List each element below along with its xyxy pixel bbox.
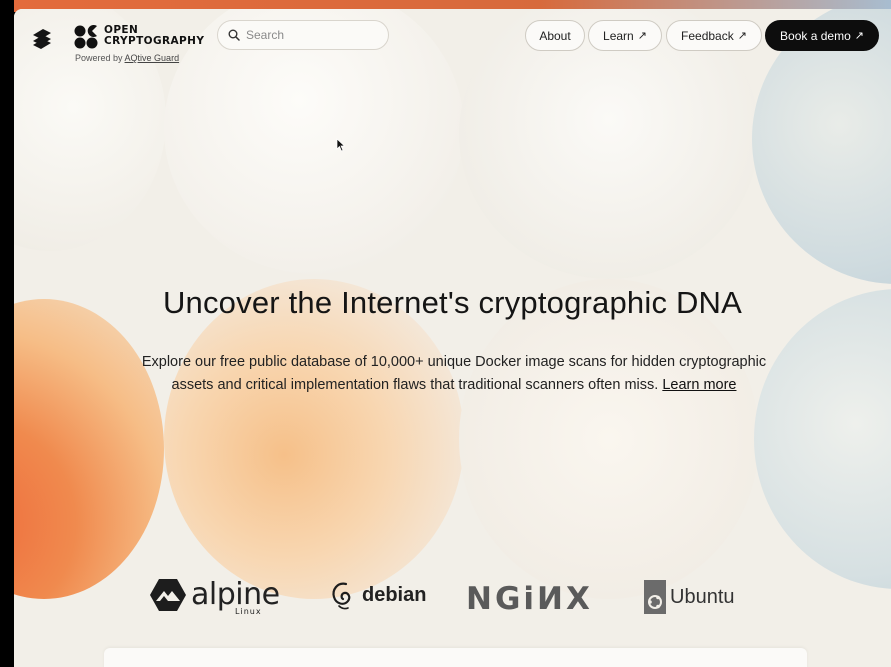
brand-logo[interactable]: OPEN CRYPTOGRAPHY bbox=[74, 25, 204, 49]
decorative-circle bbox=[754, 289, 891, 589]
learn-label: Learn bbox=[603, 28, 634, 43]
powered-by-label: Powered by bbox=[75, 53, 123, 63]
decorative-circle bbox=[14, 299, 164, 599]
external-arrow-icon: ↗ bbox=[854, 30, 864, 42]
ubuntu-wordmark: Ubuntu bbox=[670, 585, 735, 608]
external-arrow-icon: ↗ bbox=[637, 30, 647, 42]
hero-title: Uncover the Internet's cryptographic DNA bbox=[162, 285, 743, 320]
brand-line-2: CRYPTOGRAPHY bbox=[104, 35, 205, 47]
mouse-cursor-icon bbox=[336, 138, 346, 152]
learn-button[interactable]: Learn ↗ bbox=[588, 20, 662, 51]
feedback-button[interactable]: Feedback ↗ bbox=[666, 20, 762, 51]
nginx-logo[interactable]: NGiИX bbox=[466, 581, 593, 617]
search-input[interactable] bbox=[246, 28, 376, 42]
ubuntu-circle-icon bbox=[644, 580, 666, 614]
ubuntu-logo[interactable]: Ubuntu bbox=[644, 580, 735, 614]
about-label: About bbox=[539, 28, 571, 43]
aqtive-guard-link[interactable]: AQtive Guard bbox=[125, 53, 180, 63]
alpine-wordmark: alpine Linux bbox=[191, 577, 280, 616]
about-button[interactable]: About bbox=[525, 20, 585, 51]
powered-by: Powered by AQtive Guard bbox=[75, 53, 179, 63]
nginx-wordmark: NGiИX bbox=[466, 581, 593, 617]
feedback-label: Feedback bbox=[681, 28, 734, 43]
search-icon bbox=[228, 29, 240, 41]
decorative-circle bbox=[459, 279, 759, 599]
open-cryptography-logo-icon bbox=[74, 25, 98, 49]
book-demo-button[interactable]: Book a demo ↗ bbox=[765, 20, 879, 51]
alpine-linux-sub: Linux bbox=[235, 607, 262, 616]
page: OPEN CRYPTOGRAPHY Powered by AQtive Guar… bbox=[14, 9, 891, 667]
learn-more-link[interactable]: Learn more bbox=[662, 377, 736, 393]
screen-frame: OPEN CRYPTOGRAPHY Powered by AQtive Guar… bbox=[0, 0, 891, 667]
search-box[interactable] bbox=[217, 20, 389, 50]
brand-name: OPEN CRYPTOGRAPHY bbox=[104, 25, 204, 47]
sandbox-logo-icon[interactable] bbox=[30, 27, 54, 51]
book-demo-label: Book a demo bbox=[780, 28, 851, 43]
external-arrow-icon: ↗ bbox=[737, 30, 747, 42]
alpine-mountain-icon bbox=[150, 578, 186, 611]
debian-swirl-icon bbox=[332, 582, 351, 610]
alpine-linux-logo[interactable]: alpine Linux bbox=[149, 577, 280, 616]
decorative-circle bbox=[164, 279, 464, 599]
debian-wordmark: debian bbox=[362, 583, 427, 606]
debian-logo[interactable]: debian bbox=[330, 580, 426, 610]
hero-subtitle: Explore our free public database of 10,0… bbox=[124, 351, 784, 397]
content-card-top bbox=[104, 648, 807, 667]
